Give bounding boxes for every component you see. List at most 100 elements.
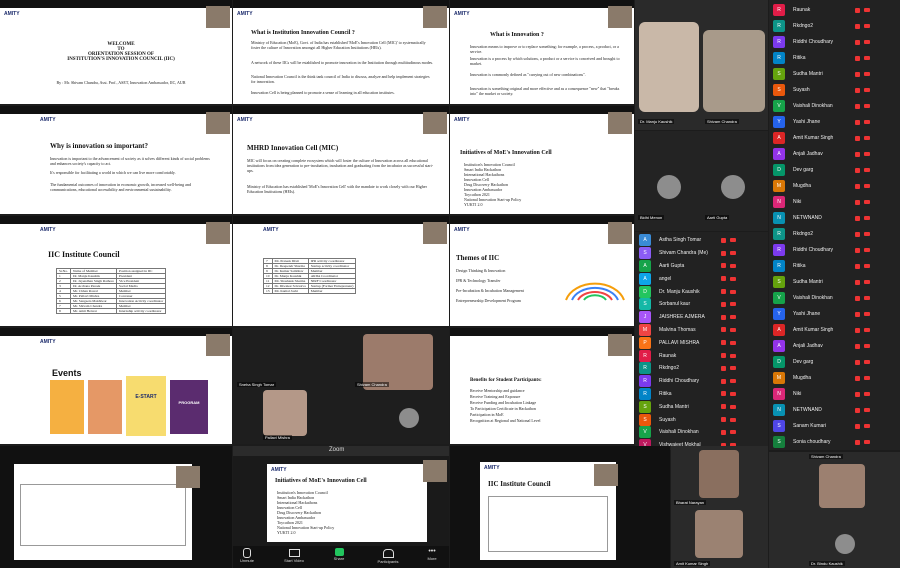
start-video-label: Start Video	[284, 558, 304, 563]
video-off-icon	[864, 344, 870, 348]
video-off-icon	[864, 104, 870, 108]
mic-muted-icon	[855, 39, 860, 45]
unmute-button[interactable]: Unmute	[237, 548, 257, 563]
slide-tile-what-is-innovation: AMITY What is Innovation ? Innovation me…	[450, 0, 634, 104]
presenter-video	[206, 112, 230, 134]
participant-avatar: V	[639, 426, 651, 439]
mic-muted-icon	[855, 215, 860, 221]
participant-row[interactable]: N NETWNAND	[773, 210, 898, 226]
more-button[interactable]: ••• More	[421, 548, 443, 561]
mic-muted-icon	[855, 7, 860, 13]
participant-row[interactable]: S Suyash	[639, 413, 764, 426]
participant-row[interactable]: S Suyash	[773, 82, 898, 98]
participant-avatar: R	[773, 36, 785, 48]
people-icon	[382, 549, 394, 558]
participant-row[interactable]: S Sanam Kumari	[773, 418, 898, 434]
mic-muted-icon	[855, 231, 860, 237]
participant-name: Dr. Bindu Kaushik	[809, 561, 845, 566]
participant-row[interactable]: A Aarti Gupta	[639, 259, 764, 273]
participant-row[interactable]: R Riddhi Choudhary	[773, 242, 898, 258]
participant-name: Shivam Chandra	[809, 454, 843, 459]
participant-name: Ritika	[659, 390, 672, 397]
participant-row[interactable]: R Ritika	[639, 387, 764, 401]
participant-video	[819, 464, 865, 508]
slide-title: IIC Institute Council	[488, 480, 551, 488]
participant-row[interactable]: R Rkdngo2	[639, 362, 764, 375]
participant-row[interactable]: V Vaishali Dinokhan	[639, 426, 764, 439]
themes-diagram	[565, 282, 625, 301]
participant-row[interactable]: R Riddhi Choudhary	[773, 34, 898, 50]
participant-row[interactable]: Y Yashi Jhane	[773, 114, 898, 130]
video-off-icon	[730, 251, 736, 256]
participant-row[interactable]: Y Yashi Jhane	[773, 306, 898, 322]
participant-row[interactable]: D Dev garg	[773, 354, 898, 370]
participant-row[interactable]: Aangel	[639, 272, 764, 285]
participant-row[interactable]: M Mugdha	[773, 370, 898, 386]
participant-name: NETWNAND	[793, 407, 822, 413]
participant-row[interactable]: R Raunak	[773, 2, 898, 18]
slide-bullet: MIC will focus on creating complete ecos…	[247, 158, 434, 173]
slide-list-item: To Participation Certificate in Hackatho…	[470, 406, 536, 411]
participants-panel-mid: A Astha Singh Tomar S Shivam Chandra (Me) A A…	[635, 232, 768, 452]
participant-name: Amit Kumar Singh	[674, 561, 711, 566]
slide-tile-council-small	[0, 446, 232, 568]
participant-row[interactable]: N Niki	[773, 194, 898, 210]
participant-row[interactable]: R Ritika	[773, 50, 898, 66]
participant-row[interactable]: P PALLAVI MISHRA	[639, 336, 764, 349]
participant-row[interactable]: N NETWNAND	[773, 402, 898, 418]
share-button[interactable]: Share	[327, 548, 351, 561]
mic-muted-icon	[855, 135, 860, 141]
participant-row[interactable]: R Rkdngo2	[773, 18, 898, 34]
participant-row[interactable]: R Rkdngo2	[773, 226, 898, 242]
slide: AMITY Themes of IIC Design Thinking & In…	[450, 224, 634, 326]
participant-row[interactable]: D Dr. Manju Kaushik	[639, 285, 764, 298]
participant-row[interactable]: A Astha Singh Tomar	[639, 234, 764, 247]
participant-row[interactable]: S Shivam Chandra (Me)	[639, 247, 764, 260]
participant-row[interactable]: N Niki	[773, 386, 898, 402]
participant-name: Mugdha	[793, 183, 812, 189]
participant-row[interactable]: A Amit Kumar Singh	[773, 130, 898, 146]
participant-name: Niki	[793, 199, 802, 205]
participant-row[interactable]: S Sudha Mantri	[639, 400, 764, 413]
participant-row[interactable]: A Amit Kumar Singh	[773, 322, 898, 338]
participant-row[interactable]: M Malvina Thomas	[639, 323, 764, 337]
participant-row[interactable]: D Dev garg	[773, 162, 898, 178]
slide-title: Benefits for Student Participants:	[470, 378, 542, 383]
participant-row[interactable]: R Ritika	[773, 258, 898, 274]
slide-title: Why is innovation so important?	[50, 142, 149, 150]
participant-row[interactable]: J JAISHREE AJMERA	[639, 311, 764, 324]
participant-name: Dr. Manju Kaushik	[659, 288, 700, 295]
participant-row[interactable]: R Raunak	[639, 349, 764, 362]
start-video-button[interactable]: Start Video	[279, 548, 309, 563]
slide-list-item: Receive Training and Exposure	[470, 394, 521, 399]
slide-bullet: Innovation means to improve or to replac…	[470, 44, 619, 54]
amity-logo: AMITY	[454, 227, 470, 233]
participant-name: angel	[659, 275, 672, 282]
participant-name: NETWNAND	[793, 215, 822, 221]
slide-tile-what-is-iic: AMITY What is Institution Innovation Cou…	[233, 0, 449, 104]
presenter-video	[608, 222, 632, 244]
participant-avatar: M	[773, 372, 785, 384]
participant-row[interactable]: A Anjali Jadhav	[773, 146, 898, 162]
participant-row[interactable]: V Vaishali Dinokhan	[773, 98, 898, 114]
participant-row[interactable]: R Riddhi Choudhary	[639, 375, 764, 388]
participant-row[interactable]: S Sorbanul kaur	[639, 298, 764, 311]
participants-button[interactable]: Participants	[371, 548, 405, 564]
presenter-video	[176, 466, 200, 488]
participant-row[interactable]: M Mugdha	[773, 178, 898, 194]
slide-bullet: A network of these IICs will be establis…	[251, 60, 434, 65]
participant-name: Pallavi Mishra	[263, 435, 292, 440]
participant-row[interactable]: A Anjali Jadhav	[773, 338, 898, 354]
participant-row[interactable]: S Sudha Mantri	[773, 66, 898, 82]
amity-logo: AMITY	[271, 467, 287, 473]
participant-avatar: Y	[773, 308, 785, 320]
slide-list-item: Pre-Incubation & Incubation Management	[456, 288, 524, 293]
participant-row[interactable]: V Vaishali Dinokhan	[773, 290, 898, 306]
participant-avatar: R	[773, 20, 785, 32]
participant-row[interactable]: S Sonia choudhary	[773, 434, 898, 450]
participants-label: Participants	[377, 559, 399, 564]
slide: AMITY Initiatives of MoE's Innovation Ce…	[450, 114, 634, 214]
participant-row[interactable]: S Sudha Mantri	[773, 274, 898, 290]
video-off-icon	[730, 340, 736, 345]
video-off-icon	[864, 312, 870, 316]
